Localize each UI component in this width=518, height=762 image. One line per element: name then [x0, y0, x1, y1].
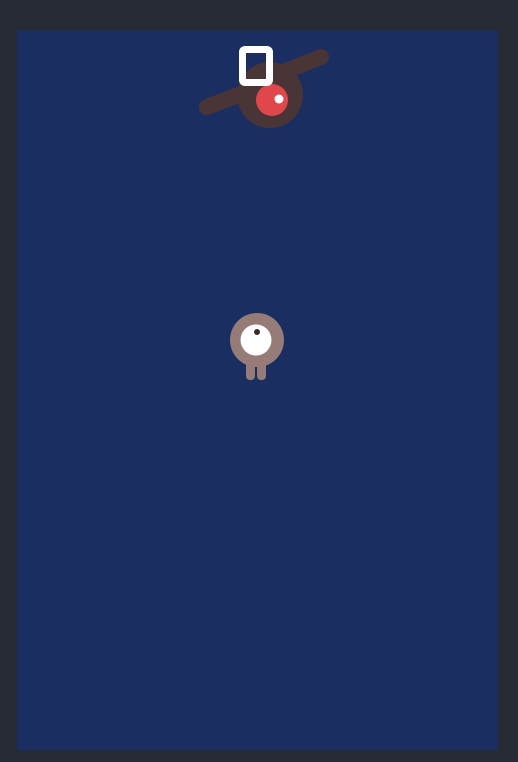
score-display: 0 — [239, 46, 273, 86]
play-field[interactable] — [17, 30, 498, 750]
